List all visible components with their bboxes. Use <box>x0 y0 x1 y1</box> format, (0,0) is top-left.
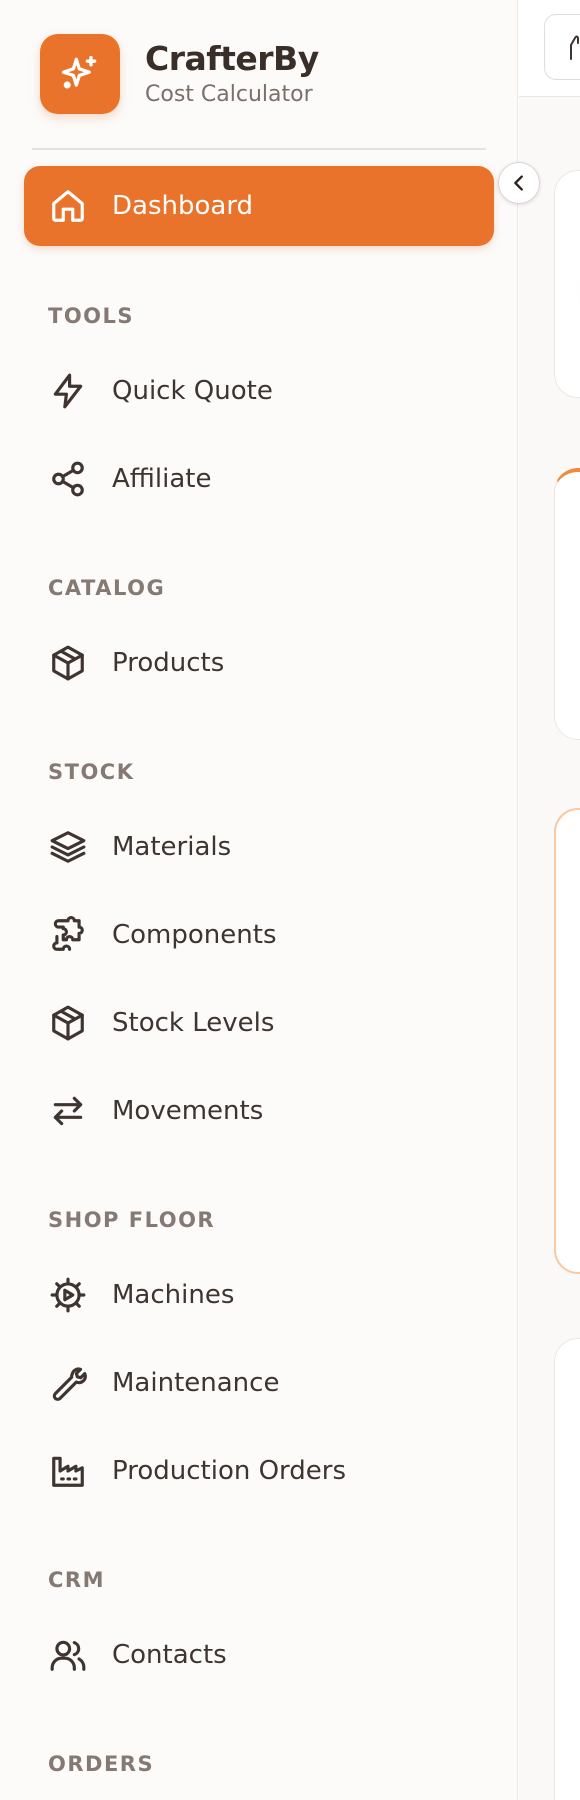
sidebar-item-dashboard[interactable]: Dashboard <box>24 166 494 246</box>
sidebar-item-label: Dashboard <box>112 191 254 221</box>
layers-icon-svg <box>50 831 86 863</box>
sidebar-divider <box>32 148 486 150</box>
sparkles-icon <box>61 55 97 89</box>
users-icon-svg <box>50 1640 86 1671</box>
stats-card <box>554 468 580 740</box>
sidebar-item-production-orders[interactable]: Production Orders <box>24 1435 494 1507</box>
sidebar-item-affiliate[interactable]: Affiliate <box>24 443 494 515</box>
gear-play-icon-svg <box>50 1277 86 1313</box>
sidebar-item-label: Maintenance <box>112 1368 280 1398</box>
sidebar: CrafterBy Cost Calculator Dashboard TOOL… <box>0 0 518 1800</box>
brand[interactable]: CrafterBy Cost Calculator <box>40 34 319 114</box>
sidebar-item-machines[interactable]: Machines <box>24 1259 494 1331</box>
home-icon-svg <box>52 190 84 222</box>
sidebar-item-label: Production Orders <box>112 1456 347 1486</box>
sidebar-item-label: Machines <box>112 1280 235 1310</box>
puzzle-icon-svg <box>52 916 84 951</box>
puzzle-icon <box>48 915 88 955</box>
sidebar-item-label: Movements <box>112 1096 264 1126</box>
sidebar-item-label: Contacts <box>112 1640 227 1670</box>
collapse-sidebar-button[interactable] <box>498 162 540 204</box>
sidebar-item-products[interactable]: Products <box>24 627 494 699</box>
arrows-exchange-icon-svg <box>53 1096 83 1126</box>
section-title-crm: CRM <box>48 1568 105 1592</box>
factory-icon-svg <box>52 1456 84 1487</box>
sidebar-item-label: Products <box>112 648 225 678</box>
lightning-icon-svg <box>53 373 83 409</box>
lightning-icon <box>48 371 88 411</box>
sidebar-item-label: Quick Quote <box>112 376 273 406</box>
factory-icon <box>48 1451 88 1491</box>
summary-card <box>554 170 580 398</box>
arrows-exchange-icon <box>48 1091 88 1131</box>
layers-icon <box>48 827 88 867</box>
home-icon <box>48 186 88 226</box>
sidebar-item-stock-levels[interactable]: Stock Levels <box>24 987 494 1059</box>
sidebar-item-maintenance[interactable]: Maintenance <box>24 1347 494 1419</box>
share-icon <box>48 459 88 499</box>
sidebar-item-label: Materials <box>112 832 232 862</box>
thumbs-up-icon <box>570 35 579 60</box>
section-title-stock: STOCK <box>48 760 135 784</box>
sidebar-item-materials[interactable]: Materials <box>24 811 494 883</box>
sidebar-item-components[interactable]: Components <box>24 899 494 971</box>
users-icon <box>48 1635 88 1675</box>
section-title-tools: TOOLS <box>48 304 135 328</box>
chevron-left-icon <box>514 175 523 191</box>
sidebar-item-contacts[interactable]: Contacts <box>24 1619 494 1691</box>
sidebar-item-quick-quote[interactable]: Quick Quote <box>24 355 494 427</box>
section-title-catalog: CATALOG <box>48 576 166 600</box>
gear-play-icon <box>48 1275 88 1315</box>
topbar-button[interactable] <box>544 14 580 80</box>
sidebar-item-label: Components <box>112 920 277 950</box>
brand-logo <box>40 34 120 114</box>
sidebar-item-movements[interactable]: Movements <box>24 1075 494 1147</box>
brand-subtitle: Cost Calculator <box>145 82 313 107</box>
box-icon-svg <box>52 1005 84 1041</box>
brand-name: CrafterBy <box>145 39 319 78</box>
section-title-orders: ORDERS <box>48 1752 155 1776</box>
brand-text: CrafterBy Cost Calculator <box>145 39 319 109</box>
box-icon <box>48 643 88 683</box>
info-card <box>554 1338 580 1800</box>
share-icon-svg <box>52 461 84 497</box>
wrench-icon-svg <box>52 1367 87 1401</box>
sidebar-item-label: Stock Levels <box>112 1008 275 1038</box>
highlight-card <box>554 808 580 1274</box>
wrench-icon <box>48 1363 88 1403</box>
app-window: CrafterBy Cost Calculator Dashboard TOOL… <box>0 0 580 1800</box>
section-title-shop-floor: SHOP FLOOR <box>48 1208 216 1232</box>
sidebar-item-label: Affiliate <box>112 464 212 494</box>
box-icon <box>48 1003 88 1043</box>
box-icon-svg <box>52 645 84 681</box>
